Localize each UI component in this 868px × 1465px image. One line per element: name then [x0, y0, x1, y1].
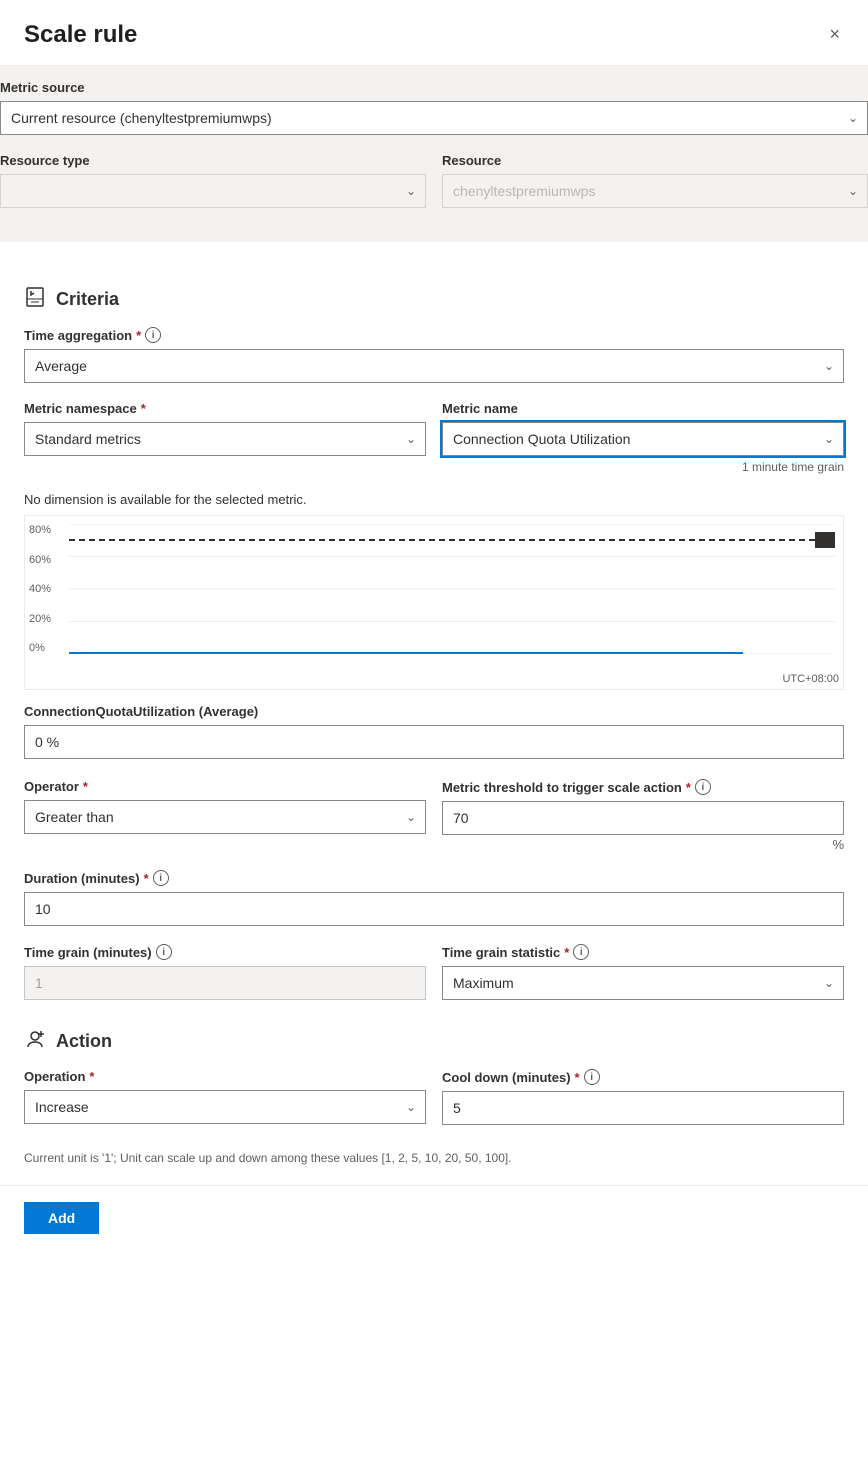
operator-label: Operator *	[24, 779, 426, 794]
metric-namespace-row: Metric namespace * Standard metrics ⌄ Me…	[24, 401, 844, 492]
cool-down-input[interactable]	[442, 1091, 844, 1125]
metric-threshold-required: *	[686, 780, 691, 795]
metric-namespace-select-wrapper: Standard metrics ⌄	[24, 422, 426, 456]
cool-down-label: Cool down (minutes) * i	[442, 1069, 844, 1085]
duration-input[interactable]	[24, 892, 844, 926]
chart-timezone: UTC+08:00	[782, 673, 839, 685]
metric-name-label: Metric name	[442, 401, 844, 416]
operator-required: *	[83, 779, 88, 794]
time-aggregation-select-wrapper: Average ⌄	[24, 349, 844, 383]
add-button[interactable]: Add	[24, 1202, 99, 1234]
metric-source-field: Metric source Current resource (chenylte…	[0, 80, 868, 135]
time-aggregation-label: Time aggregation * i	[24, 327, 844, 343]
resource-type-label: Resource type	[0, 153, 426, 168]
action-icon	[24, 1028, 46, 1055]
close-button[interactable]: ×	[825, 20, 844, 49]
panel-header: Scale rule ×	[0, 0, 868, 66]
criteria-icon	[24, 286, 46, 313]
chart-y-0: 0%	[29, 642, 65, 654]
resource-select-wrapper: chenyltestpremiumwps ⌄	[442, 174, 868, 208]
chart-y-80: 80%	[29, 524, 65, 536]
resource-label: Resource	[442, 153, 868, 168]
time-grain-statistic-required: *	[564, 945, 569, 960]
resource-type-field: Resource type ⌄	[0, 153, 426, 208]
metric-namespace-select[interactable]: Standard metrics	[24, 422, 426, 456]
metric-threshold-input[interactable]	[442, 801, 844, 835]
metric-value-label: ConnectionQuotaUtilization (Average)	[24, 704, 844, 719]
duration-section: Duration (minutes) * i	[24, 870, 844, 926]
cool-down-info-icon[interactable]: i	[584, 1069, 600, 1085]
time-aggregation-select[interactable]: Average	[24, 349, 844, 383]
operation-select-wrapper: Increase ⌄	[24, 1090, 426, 1124]
criteria-title: Criteria	[56, 289, 119, 310]
chart-y-40: 40%	[29, 583, 65, 595]
metric-name-select[interactable]: Connection Quota Utilization	[442, 422, 844, 456]
time-grain-minutes-info-icon[interactable]: i	[156, 944, 172, 960]
duration-info-icon[interactable]: i	[153, 870, 169, 886]
operator-threshold-row: Operator * Greater than ⌄ Metric thresho…	[24, 779, 844, 870]
time-grain-minutes-section: Time grain (minutes) i	[24, 944, 426, 1000]
operator-select[interactable]: Greater than	[24, 800, 426, 834]
chart-svg	[69, 524, 835, 654]
time-grain-statistic-label: Time grain statistic * i	[442, 944, 844, 960]
time-grain-row: Time grain (minutes) i Time grain statis…	[24, 944, 844, 1018]
cool-down-section: Cool down (minutes) * i	[442, 1069, 844, 1125]
operator-section: Operator * Greater than ⌄	[24, 779, 426, 852]
operation-select[interactable]: Increase	[24, 1090, 426, 1124]
operation-section: Operation * Increase ⌄	[24, 1069, 426, 1125]
cool-down-required: *	[575, 1070, 580, 1085]
metric-threshold-section: Metric threshold to trigger scale action…	[442, 779, 844, 852]
operation-cooldown-row: Operation * Increase ⌄ Cool down (minute…	[24, 1069, 844, 1143]
action-title: Action	[56, 1031, 112, 1052]
chart-y-20: 20%	[29, 613, 65, 625]
resource-type-select	[0, 174, 426, 208]
unit-info-text: Current unit is '1'; Unit can scale up a…	[24, 1151, 844, 1165]
time-aggregation-section: Time aggregation * i Average ⌄	[24, 327, 844, 383]
operation-label: Operation *	[24, 1069, 426, 1084]
time-grain-text: 1 minute time grain	[442, 460, 844, 474]
panel-title: Scale rule	[24, 21, 137, 49]
duration-label: Duration (minutes) * i	[24, 870, 844, 886]
metric-namespace-label: Metric namespace *	[24, 401, 426, 416]
metric-threshold-suffix: %	[442, 837, 844, 852]
criteria-heading: Criteria	[24, 286, 844, 313]
action-heading: Action	[24, 1028, 844, 1055]
chart-area: 80% 60% 40% 20% 0%	[24, 515, 844, 690]
no-dimension-text: No dimension is available for the select…	[24, 492, 844, 507]
resource-type-select-wrapper: ⌄	[0, 174, 426, 208]
metric-source-label: Metric source	[0, 80, 868, 95]
metric-namespace-section: Metric namespace * Standard metrics ⌄	[24, 401, 426, 474]
footer-bar: Add	[0, 1185, 868, 1258]
time-aggregation-required: *	[136, 328, 141, 343]
panel-body: Criteria Time aggregation * i Average ⌄ …	[0, 260, 868, 1185]
time-aggregation-info-icon[interactable]: i	[145, 327, 161, 343]
time-grain-statistic-info-icon[interactable]: i	[573, 944, 589, 960]
time-grain-statistic-select-wrapper: Maximum ⌄	[442, 966, 844, 1000]
scale-rule-panel: Scale rule × Metric source Current resou…	[0, 0, 868, 1258]
chart-y-60: 60%	[29, 554, 65, 566]
metric-name-select-wrapper: Connection Quota Utilization ⌄	[442, 422, 844, 456]
operator-select-wrapper: Greater than ⌄	[24, 800, 426, 834]
metric-threshold-label: Metric threshold to trigger scale action…	[442, 779, 844, 795]
metric-source-select[interactable]: Current resource (chenyltestpremiumwps)	[0, 101, 868, 135]
operation-required: *	[89, 1069, 94, 1084]
metric-namespace-required: *	[141, 401, 146, 416]
metric-threshold-info-icon[interactable]: i	[695, 779, 711, 795]
resource-row: Resource type ⌄ Resource chenyltestpremi…	[0, 153, 868, 226]
time-grain-minutes-input	[24, 966, 426, 1000]
time-grain-statistic-section: Time grain statistic * i Maximum ⌄	[442, 944, 844, 1000]
metric-value-display: 0 %	[24, 725, 844, 759]
metric-value-section: ConnectionQuotaUtilization (Average) 0 %	[24, 704, 844, 759]
metric-source-select-wrapper: Current resource (chenyltestpremiumwps) …	[0, 101, 868, 135]
metric-name-section: Metric name Connection Quota Utilization…	[442, 401, 844, 474]
resource-select: chenyltestpremiumwps	[442, 174, 868, 208]
time-grain-minutes-label: Time grain (minutes) i	[24, 944, 426, 960]
time-grain-statistic-select[interactable]: Maximum	[442, 966, 844, 1000]
duration-required: *	[144, 871, 149, 886]
metric-source-section: Metric source Current resource (chenylte…	[0, 66, 868, 242]
resource-field: Resource chenyltestpremiumwps ⌄	[442, 153, 868, 208]
